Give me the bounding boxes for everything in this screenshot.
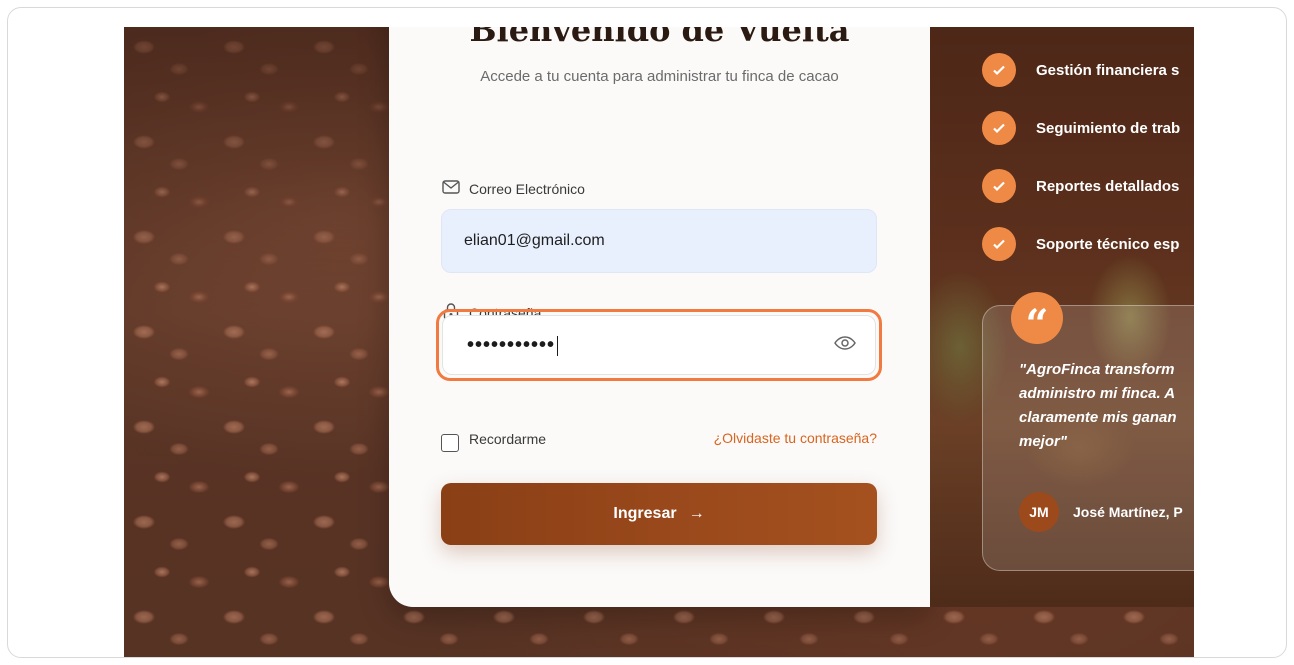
remember-me[interactable]: Recordarme — [441, 426, 546, 452]
login-button[interactable]: Ingresar → — [441, 483, 877, 545]
email-label-text: Correo Electrónico — [469, 180, 585, 197]
page-viewport: Bienvenido de Vuelta Accede a tu cuenta … — [124, 27, 1194, 657]
login-card: Bienvenido de Vuelta Accede a tu cuenta … — [389, 27, 930, 607]
login-button-label: Ingresar — [613, 505, 677, 522]
feature-label: Soporte técnico esp — [1036, 235, 1180, 253]
email-value: elian01@gmail.com — [464, 232, 605, 249]
login-subtitle: Accede a tu cuenta para administrar tu f… — [480, 68, 839, 85]
check-icon — [982, 169, 1016, 203]
avatar: JM — [1019, 492, 1059, 532]
feature-panel: Gestión financiera s Seguimiento de trab… — [930, 27, 1194, 607]
browser-frame: Bienvenido de Vuelta Accede a tu cuenta … — [7, 7, 1287, 658]
check-icon — [982, 227, 1016, 261]
feature-item: Gestión financiera s — [982, 41, 1180, 99]
password-focus-ring: ••••••••••• — [436, 309, 882, 381]
quote-icon: “ — [1011, 292, 1063, 345]
password-mask: ••••••••••• — [467, 333, 556, 356]
feature-item: Reportes detallados — [982, 157, 1180, 215]
author-name: José Martínez, P — [1073, 504, 1183, 520]
feature-list: Gestión financiera s Seguimiento de trab… — [982, 41, 1180, 273]
feature-label: Reportes detallados — [1036, 177, 1180, 195]
feature-item: Seguimiento de trab — [982, 99, 1180, 157]
testimonial-text: "AgroFinca transform administro mi finca… — [1019, 361, 1177, 450]
mail-icon — [441, 177, 461, 200]
text-caret — [557, 336, 559, 357]
email-field[interactable]: elian01@gmail.com — [441, 209, 877, 273]
feature-item: Soporte técnico esp — [982, 215, 1180, 273]
eye-icon[interactable] — [833, 331, 857, 360]
forgot-password-link[interactable]: ¿Olvidaste tu contraseña? — [714, 430, 877, 446]
check-icon — [982, 53, 1016, 87]
feature-label: Seguimiento de trab — [1036, 119, 1181, 137]
feature-label: Gestión financiera s — [1036, 61, 1180, 79]
check-icon — [982, 111, 1016, 145]
arrow-right-icon: → — [688, 505, 705, 522]
testimonial-author: JM José Martínez, P — [1019, 492, 1183, 532]
email-label: Correo Electrónico — [441, 177, 585, 200]
password-field[interactable]: ••••••••••• — [442, 315, 876, 375]
remember-label: Recordarme — [469, 431, 547, 447]
page-title: Bienvenido de Vuelta — [469, 27, 850, 49]
remember-checkbox[interactable] — [441, 434, 459, 452]
testimonial-card: “ "AgroFinca transform administro mi fin… — [982, 292, 1194, 571]
